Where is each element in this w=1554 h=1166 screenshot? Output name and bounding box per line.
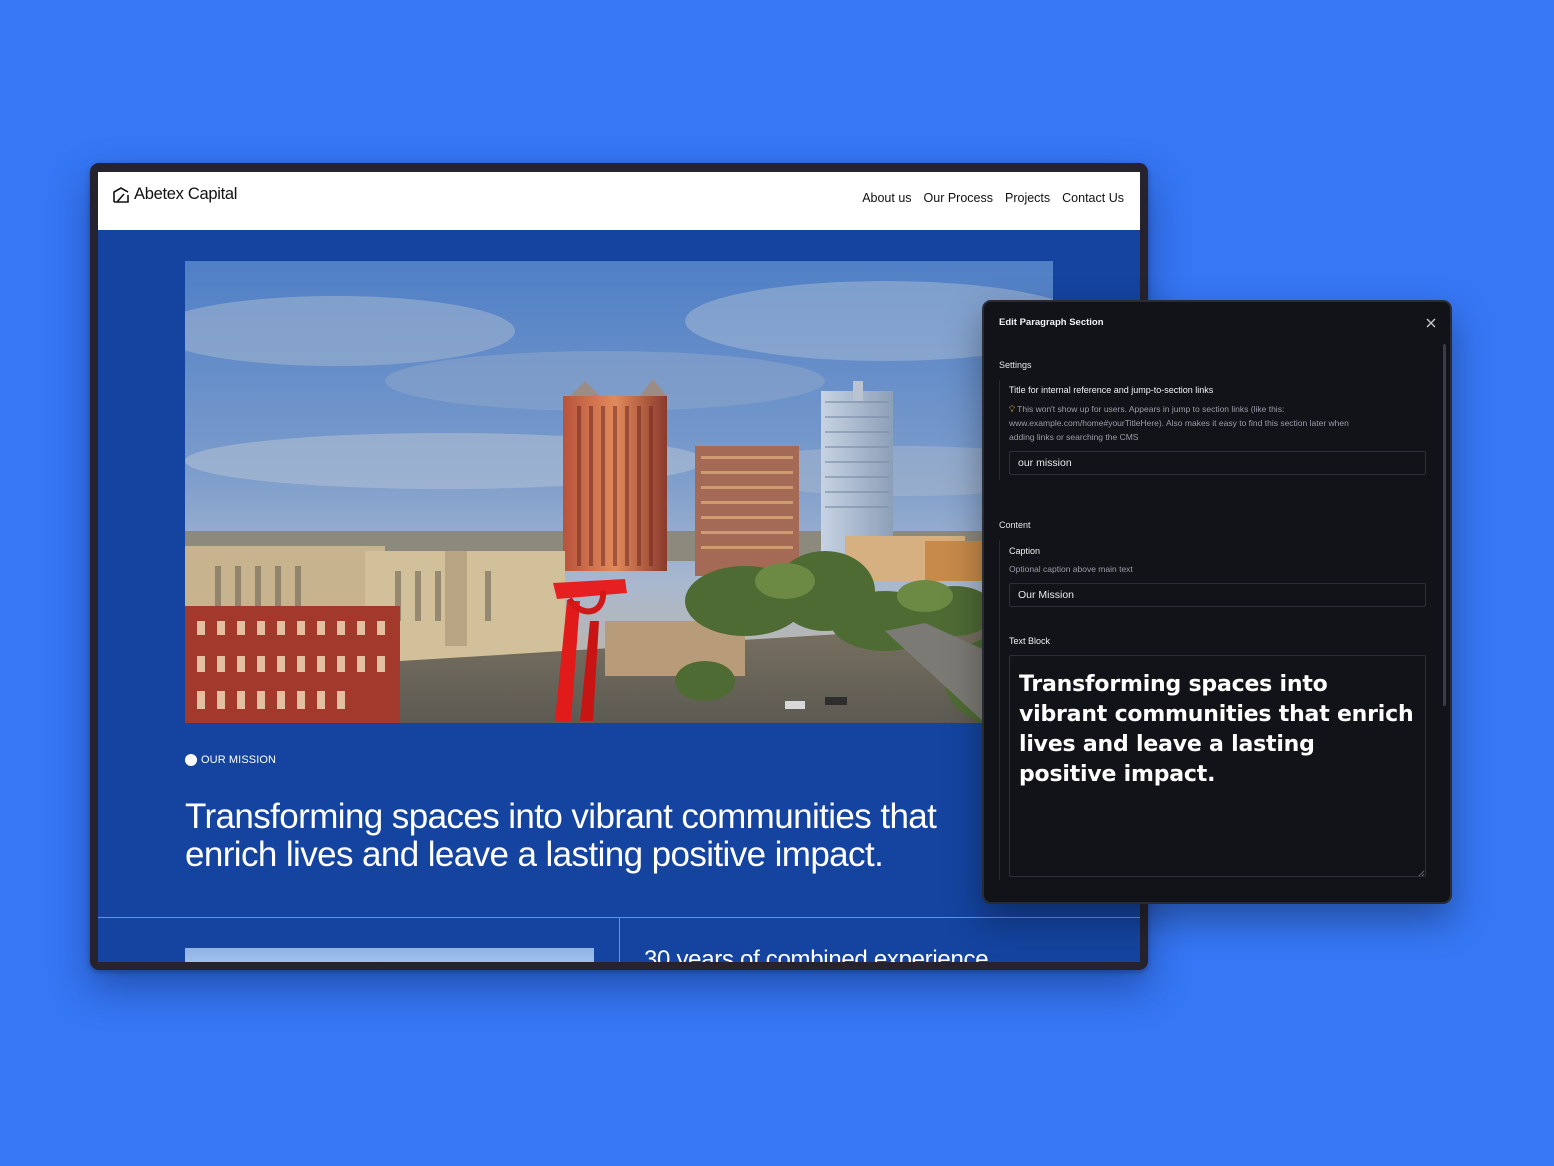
title-field-label: Title for internal reference and jump-to… <box>1009 385 1214 395</box>
caption-text: OUR MISSION <box>201 754 277 766</box>
caption-input[interactable] <box>1009 583 1426 607</box>
header-spacer <box>98 224 1140 230</box>
brand-name: Abetex Capital <box>134 185 238 203</box>
close-icon[interactable] <box>1424 316 1438 330</box>
hero-city-photo <box>185 261 1053 723</box>
resize-grip-icon[interactable] <box>1418 870 1425 877</box>
settings-group: Title for internal reference and jump-to… <box>999 380 1428 480</box>
nav-our-process[interactable]: Our Process <box>924 191 993 205</box>
experience-heading: 30 years of combined experience <box>644 946 989 962</box>
site-header: Abetex Capital About us Our Process Proj… <box>98 172 1140 225</box>
column-divider <box>619 918 620 962</box>
content-section-label: Content <box>999 520 1031 530</box>
panel-title: Edit Paragraph Section <box>999 317 1104 328</box>
nav-about-us[interactable]: About us <box>862 191 911 205</box>
edit-paragraph-panel: Edit Paragraph Section Settings Title fo… <box>982 300 1452 904</box>
main-nav: About us Our Process Projects Contact Us <box>862 191 1124 205</box>
nav-projects[interactable]: Projects <box>1005 191 1050 205</box>
text-block-label: Text Block <box>1009 636 1051 646</box>
content-group: Caption Optional caption above main text… <box>999 540 1428 880</box>
title-input[interactable] <box>1009 451 1426 475</box>
secondary-photo <box>185 948 594 962</box>
caption-field-label: Caption <box>1009 546 1041 556</box>
caption-field-help: Optional caption above main text <box>1009 564 1133 574</box>
brand-logo[interactable]: Abetex Capital <box>112 185 237 204</box>
lightbulb-icon: 💡︎ <box>1009 404 1015 414</box>
title-field-help-text: This won't show up for users. Appears in… <box>1009 404 1349 442</box>
house-logo-icon <box>113 186 129 203</box>
text-block-textarea[interactable]: Transforming spaces into vibrant communi… <box>1009 655 1426 877</box>
panel-scrollbar[interactable] <box>1443 344 1446 706</box>
settings-section-label: Settings <box>999 360 1032 370</box>
nav-contact-us[interactable]: Contact Us <box>1062 191 1124 205</box>
mission-statement: Transforming spaces into vibrant communi… <box>185 797 937 874</box>
caption-dot-icon <box>185 754 197 766</box>
mission-caption: OUR MISSION <box>185 754 276 766</box>
title-field-help: 💡︎ This won't show up for users. Appears… <box>1009 402 1369 444</box>
